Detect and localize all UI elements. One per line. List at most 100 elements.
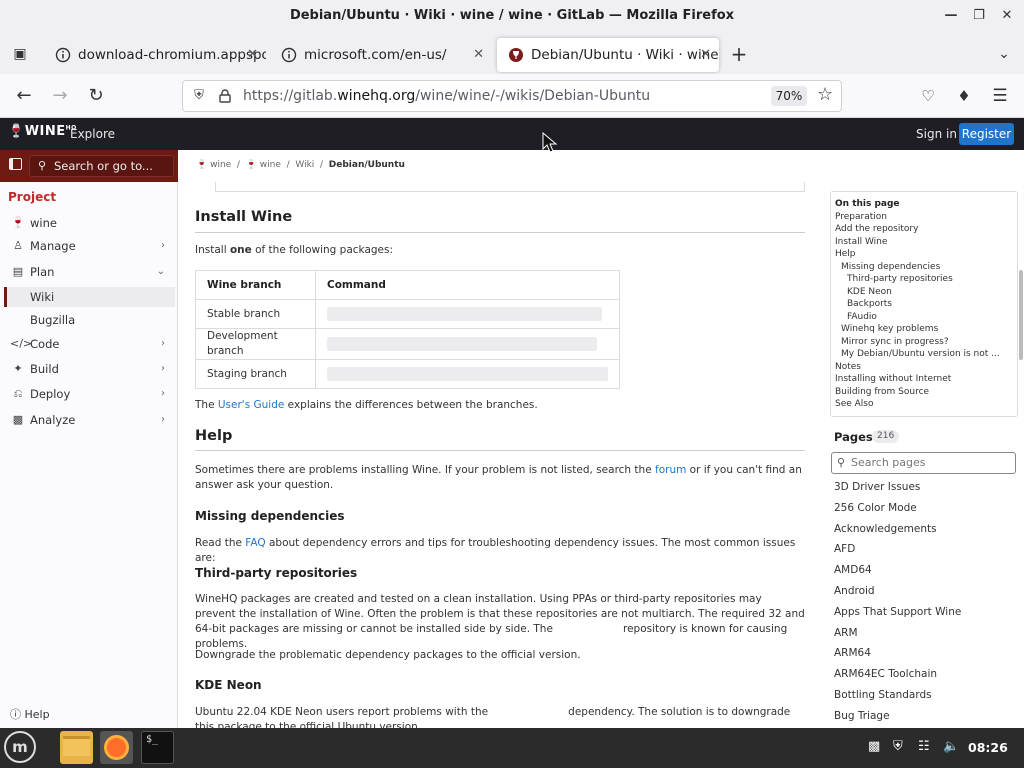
users-guide-link[interactable]: User's Guide bbox=[218, 399, 284, 411]
minimize-icon[interactable]: — bbox=[936, 0, 966, 32]
close-tab-icon[interactable]: ✕ bbox=[700, 38, 711, 72]
page-link[interactable]: Bottling Standards bbox=[834, 689, 932, 701]
shield-tray-icon[interactable]: ⛨ bbox=[893, 739, 903, 754]
toc-item[interactable]: Mirror sync in progress? bbox=[835, 336, 1013, 349]
clipboard-tray-icon[interactable]: ▩ bbox=[868, 739, 880, 754]
clock[interactable]: 08:26 bbox=[968, 728, 1008, 768]
firefox-taskbar-icon[interactable] bbox=[100, 731, 133, 764]
page-link[interactable]: Android bbox=[834, 585, 875, 597]
close-tab-icon[interactable]: ✕ bbox=[473, 38, 484, 72]
sidebar-item-wine[interactable]: 🍷 wine bbox=[4, 213, 175, 233]
toc-item[interactable]: KDE Neon bbox=[835, 286, 1013, 299]
page-link[interactable]: 256 Color Mode bbox=[834, 502, 917, 514]
chevron-down-icon[interactable]: ⌄ bbox=[990, 40, 1018, 68]
toc-item[interactable]: Add the repository bbox=[835, 223, 1013, 236]
toc-item[interactable]: Help bbox=[835, 248, 1013, 261]
url-bar[interactable]: ⛨ https://gitlab.winehq.org/wine/wine/-/… bbox=[182, 80, 842, 112]
winehq-logo[interactable]: 🍷WINEHQ bbox=[8, 124, 77, 139]
sidebar-item-analyze[interactable]: ▩ Analyze › bbox=[4, 410, 175, 430]
faq-link[interactable]: FAQ bbox=[245, 537, 265, 549]
zoom-level[interactable]: 70% bbox=[771, 86, 807, 106]
pages-title: Pages bbox=[834, 430, 873, 444]
lock-icon[interactable] bbox=[219, 89, 231, 103]
extensions-icon[interactable]: ♦ bbox=[950, 82, 978, 110]
terminal-icon[interactable]: $_ bbox=[141, 731, 174, 764]
forum-link[interactable]: forum bbox=[655, 464, 686, 476]
sidebar-toggle-icon[interactable] bbox=[9, 158, 22, 170]
sidebar-item-build[interactable]: ✦ Build › bbox=[4, 359, 175, 379]
tab-download-chromium[interactable]: download-chromium.appspot ✕ bbox=[44, 38, 266, 72]
maximize-icon[interactable]: ❐ bbox=[964, 0, 994, 32]
register-button[interactable]: Register bbox=[959, 123, 1014, 145]
command-cell[interactable] bbox=[315, 359, 620, 389]
volume-icon[interactable]: 🔈 bbox=[943, 739, 959, 754]
page-link[interactable]: Apps That Support Wine bbox=[834, 606, 961, 618]
new-tab-icon[interactable]: + bbox=[725, 40, 753, 68]
page-link[interactable]: 3D Driver Issues bbox=[834, 481, 920, 493]
page-link[interactable]: AFD bbox=[834, 543, 855, 555]
missing-paragraph: Read the FAQ about dependency errors and… bbox=[195, 537, 796, 564]
search-or-go-to-button[interactable]: ⚲ Search or go to... bbox=[29, 155, 174, 177]
page-link[interactable]: Bug Triage bbox=[834, 710, 890, 722]
scrollbar-thumb[interactable] bbox=[1019, 270, 1023, 360]
bookmark-star-icon[interactable]: ☆ bbox=[817, 84, 833, 105]
page-link[interactable]: ARM bbox=[834, 627, 858, 639]
toc-item[interactable]: Building from Source bbox=[835, 386, 1013, 399]
breadcrumb-item[interactable]: Wiki bbox=[295, 160, 314, 170]
toc-item[interactable]: Third-party repositories bbox=[835, 273, 1013, 286]
menu-hamburger-icon[interactable]: ☰ bbox=[986, 82, 1014, 110]
search-pages-placeholder: Search pages bbox=[851, 456, 926, 469]
chevron-right-icon: › bbox=[161, 363, 165, 374]
explore-link[interactable]: Explore bbox=[70, 118, 115, 150]
page-link[interactable]: ARM64EC Toolchain bbox=[834, 668, 937, 680]
sidebar-item-plan[interactable]: ▤ Plan ⌄ bbox=[4, 262, 175, 282]
sidebar-item-label: Code bbox=[30, 337, 60, 351]
tab-microsoft[interactable]: microsoft.com/en-us/ ✕ bbox=[270, 38, 492, 72]
page-link[interactable]: Acknowledgements bbox=[834, 523, 937, 535]
sidebar-item-manage[interactable]: ♙ Manage › bbox=[4, 236, 175, 256]
command-cell[interactable] bbox=[315, 299, 620, 329]
sidebar-item-deploy[interactable]: ⎌ Deploy › bbox=[4, 384, 175, 404]
tab-debian-ubuntu-wiki[interactable]: Debian/Ubuntu · Wiki · wine ✕ bbox=[497, 38, 719, 72]
toc-item[interactable]: Notes bbox=[835, 361, 1013, 374]
command-cell[interactable] bbox=[315, 328, 620, 360]
url-text: https://gitlab.winehq.org/wine/wine/-/wi… bbox=[243, 88, 651, 104]
toc-item[interactable]: FAudio bbox=[835, 311, 1013, 324]
sidebar-item-bugzilla[interactable]: Bugzilla bbox=[4, 310, 175, 330]
help-button[interactable]: ⓘ Help bbox=[10, 706, 50, 722]
sidebar-item-wiki[interactable]: Wiki bbox=[4, 287, 175, 307]
toc-item[interactable]: Backports bbox=[835, 298, 1013, 311]
files-folder-icon[interactable] bbox=[60, 731, 93, 764]
packages-table: Wine branch Command Stable branch Develo… bbox=[195, 270, 620, 389]
toc-item[interactable]: See Also bbox=[835, 398, 1013, 411]
reload-icon[interactable]: ↻ bbox=[82, 82, 110, 110]
breadcrumb-item[interactable]: wine bbox=[210, 160, 231, 170]
sidebar-item-label: Build bbox=[30, 362, 59, 376]
toc-item[interactable]: Install Wine bbox=[835, 236, 1013, 249]
pocket-icon[interactable]: ♡ bbox=[914, 82, 942, 110]
forward-arrow-icon[interactable]: → bbox=[46, 82, 74, 110]
table-of-contents: On this page Preparation Add the repositor… bbox=[830, 191, 1018, 417]
network-tray-icon[interactable]: ☷ bbox=[918, 739, 930, 754]
page-link[interactable]: ARM64 bbox=[834, 647, 871, 659]
search-pages-input[interactable]: ⚲ Search pages bbox=[831, 452, 1016, 474]
close-window-icon[interactable]: ✕ bbox=[992, 0, 1022, 32]
sign-in-link[interactable]: Sign in bbox=[916, 118, 957, 150]
toc-item[interactable]: Winehq key problems bbox=[835, 323, 1013, 336]
shield-icon[interactable]: ⛨ bbox=[189, 86, 209, 106]
sidebar-item-label: Analyze bbox=[30, 413, 76, 427]
close-tab-icon[interactable]: ✕ bbox=[247, 38, 258, 72]
toc-item[interactable]: My Debian/Ubuntu version is not ... bbox=[835, 348, 1013, 361]
toc-title: On this page bbox=[835, 199, 900, 209]
toc-item[interactable]: Missing dependencies bbox=[835, 261, 1013, 274]
wiki-content: Install Wine Install one of the followin… bbox=[195, 182, 805, 728]
toc-item[interactable]: Preparation bbox=[835, 211, 1013, 224]
mint-menu-icon[interactable]: m bbox=[4, 731, 36, 763]
back-arrow-icon[interactable]: ← bbox=[10, 82, 38, 110]
breadcrumb-item[interactable]: wine bbox=[260, 160, 281, 170]
sidebar-item-code[interactable]: </> Code › bbox=[4, 334, 175, 354]
toc-item[interactable]: Installing without Internet bbox=[835, 373, 1013, 386]
list-all-tabs-icon[interactable]: ▣ bbox=[6, 40, 34, 68]
guide-paragraph: The User's Guide explains the difference… bbox=[195, 399, 538, 411]
page-link[interactable]: AMD64 bbox=[834, 564, 872, 576]
